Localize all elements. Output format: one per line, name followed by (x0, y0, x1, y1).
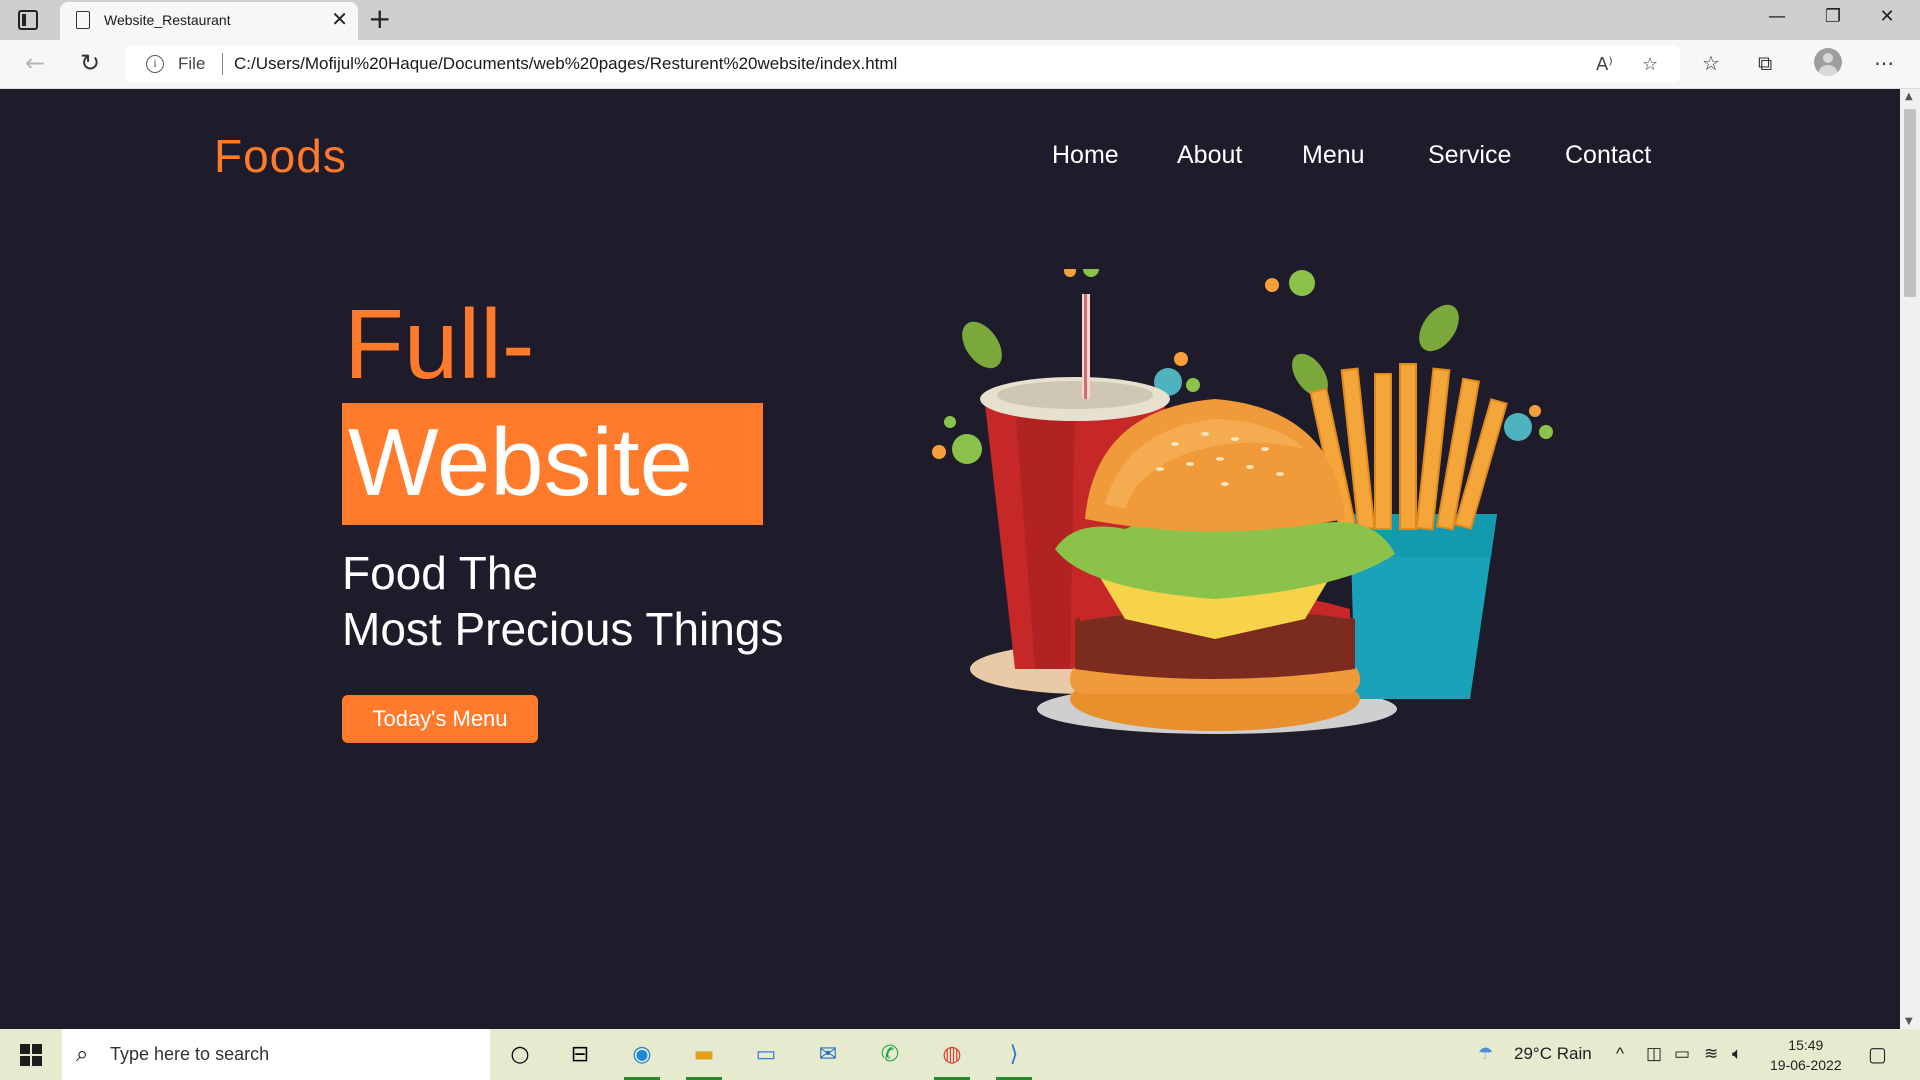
minimize-icon[interactable]: — (1757, 6, 1797, 27)
restore-icon[interactable]: ❐ (1813, 6, 1853, 27)
scroll-up-icon[interactable]: ▲ (1905, 91, 1913, 102)
hero-subtitle-line1: Food The (342, 547, 539, 599)
notifications-icon[interactable]: ▢ (1868, 1042, 1887, 1067)
cortana-icon[interactable]: ○ (500, 1037, 540, 1073)
vscode-icon[interactable]: ⟩ (994, 1037, 1034, 1080)
clock[interactable]: 15:49 19-06-2022 (1770, 1035, 1842, 1075)
fast-food-illustration (932, 269, 1553, 734)
tray-expand-icon[interactable]: ^ (1616, 1044, 1624, 1064)
windows-taskbar: ⌕ Type here to search ○ ⊟ ◉ ▬ ▭ ✉ ✆ ◍ ⟩ … (0, 1029, 1920, 1080)
weather-text[interactable]: 29°C Rain (1514, 1044, 1592, 1064)
task-view-icon[interactable]: ⊟ (560, 1037, 600, 1073)
meet-now-icon[interactable]: ◫ (1646, 1044, 1662, 1064)
chrome-icon[interactable]: ◍ (932, 1037, 972, 1080)
weather-icon[interactable]: ☂ (1478, 1044, 1493, 1064)
volume-icon[interactable]: 🔈︎ (1732, 1044, 1742, 1064)
search-icon: ⌕ (76, 1042, 89, 1067)
whatsapp-icon[interactable]: ✆ (870, 1037, 910, 1073)
start-icon[interactable] (20, 1044, 42, 1066)
hero-title-line1: Full- (344, 289, 535, 399)
browser-toolbar: ← ↻ i File C:/Users/Mofijul%20Haque/Docu… (0, 40, 1920, 89)
close-window-icon[interactable]: ✕ (1867, 6, 1907, 27)
scroll-thumb[interactable] (1904, 109, 1916, 297)
address-bar[interactable]: i File C:/Users/Mofijul%20Haque/Document… (126, 45, 1680, 83)
tab-title: Website_Restaurant (104, 12, 231, 28)
scroll-down-icon[interactable]: ▼ (1905, 1016, 1913, 1027)
tab-close-icon[interactable]: ✕ (331, 9, 348, 29)
more-menu-icon[interactable]: ⋯ (1874, 51, 1894, 75)
page-viewport: Foods Home About Menu Service Contact Fu… (0, 89, 1900, 1029)
mail-icon[interactable]: ✉ (808, 1037, 848, 1073)
add-favorite-icon[interactable]: ☆ (1642, 54, 1658, 75)
nav-menu[interactable]: Menu (1302, 141, 1365, 170)
nav-contact[interactable]: Contact (1565, 141, 1651, 170)
battery-icon[interactable]: ▭ (1674, 1044, 1690, 1064)
search-placeholder: Type here to search (110, 1044, 270, 1064)
browser-tab[interactable]: Website_Restaurant ✕ (60, 2, 358, 40)
clock-date: 19-06-2022 (1770, 1057, 1842, 1073)
read-aloud-icon[interactable]: A⁾ (1596, 54, 1613, 75)
page-scrollbar[interactable]: ▲ ▼ (1900, 89, 1920, 1029)
address-separator (222, 53, 223, 75)
todays-menu-button[interactable]: Today's Menu (342, 695, 538, 743)
edge-icon[interactable]: ◉ (622, 1037, 662, 1080)
page-icon (76, 11, 90, 29)
file-explorer-icon[interactable]: ▬ (684, 1037, 724, 1080)
new-tab-icon[interactable]: + (368, 4, 391, 34)
wifi-icon[interactable]: ≋ (1704, 1044, 1718, 1064)
browser-tab-strip: Website_Restaurant ✕ + — ❐ ✕ (0, 0, 1920, 40)
info-icon[interactable]: i (146, 55, 164, 73)
site-logo[interactable]: Foods (214, 129, 347, 183)
url-text[interactable]: C:/Users/Mofijul%20Haque/Documents/web%2… (234, 54, 897, 74)
collections-icon[interactable]: ⧉ (1758, 51, 1772, 75)
nav-about[interactable]: About (1177, 141, 1242, 170)
scheme-label: File (178, 54, 206, 73)
refresh-icon[interactable]: ↻ (75, 49, 105, 77)
this-pc-icon[interactable]: ▭ (746, 1037, 786, 1073)
nav-service[interactable]: Service (1428, 141, 1511, 170)
nav-home[interactable]: Home (1052, 141, 1119, 170)
tab-actions-icon[interactable] (18, 10, 38, 30)
profile-avatar[interactable] (1814, 48, 1842, 76)
favorites-icon[interactable]: ☆ (1702, 51, 1720, 75)
clock-time: 15:49 (1788, 1037, 1824, 1053)
back-icon[interactable]: ← (20, 49, 50, 77)
taskbar-search[interactable]: ⌕ Type here to search (62, 1029, 490, 1080)
hero-subtitle-line2: Most Precious Things (342, 603, 784, 655)
hero-subtitle: Food The Most Precious Things (342, 545, 783, 657)
hero-title-line2: Website (348, 409, 694, 516)
